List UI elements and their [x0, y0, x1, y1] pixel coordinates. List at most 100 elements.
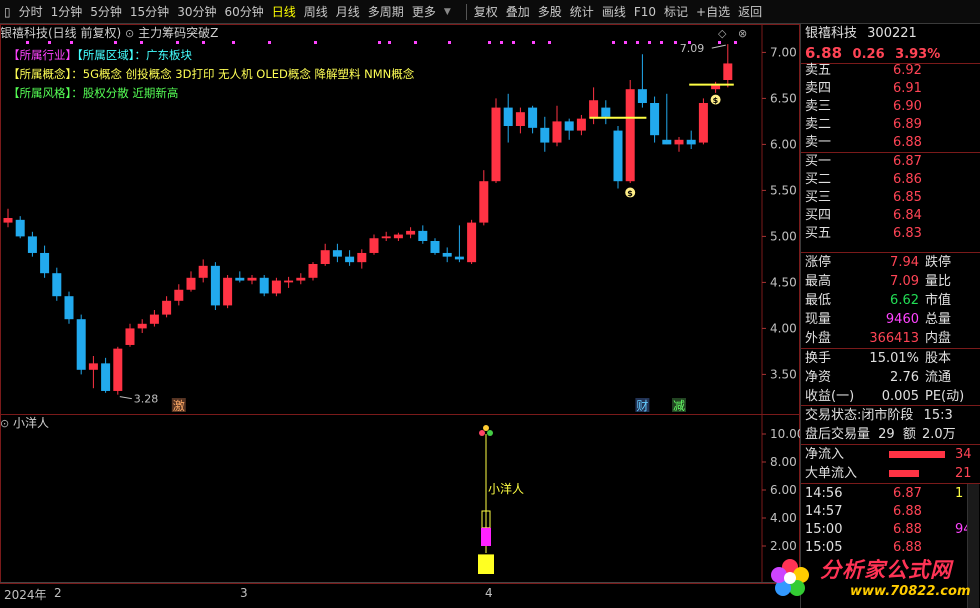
price-change-pct: 3.93%	[895, 47, 941, 62]
candle	[406, 227, 416, 239]
tab-period-multi[interactable]: 多周期	[364, 0, 408, 24]
y-tick-label: 7.00	[770, 45, 797, 59]
candle	[369, 234, 379, 255]
tab-period-daily[interactable]: 日线	[268, 0, 300, 24]
tab-period-fenshi[interactable]: 分时	[15, 0, 47, 24]
back-button[interactable]: 返回	[734, 0, 766, 24]
watermark-url: www.70822.com	[850, 584, 971, 599]
candle	[711, 81, 721, 93]
tab-period-weekly[interactable]: 周线	[300, 0, 332, 24]
candle	[149, 310, 159, 327]
candlestick-chart[interactable]: 7.09 3.28 $ $ 激 财 减 ◇ ⊗ 7.00 6.50 6.00 5.50 5.00 4.50…	[0, 24, 800, 416]
tick-row: 15:00 6.88 94	[805, 520, 980, 539]
candle-body	[162, 300, 172, 315]
mark-button[interactable]: 标记	[660, 0, 692, 24]
ask-row: 卖二 6.89	[805, 115, 980, 134]
price-change: 0.26	[852, 47, 885, 62]
signal-dot	[176, 41, 179, 44]
money-bag-icon[interactable]: $	[709, 93, 722, 106]
candle	[320, 243, 330, 266]
signal-dot	[612, 41, 615, 44]
stat-value: 9460	[885, 312, 919, 327]
menu-icon[interactable]: ▯	[0, 0, 15, 24]
net-inflow-label: 净流入	[805, 447, 845, 462]
tab-period-15min[interactable]: 15分钟	[126, 0, 173, 24]
candle	[625, 80, 635, 184]
candle-body	[15, 219, 25, 237]
date-axis: 2024年 2 3 4	[0, 582, 800, 608]
tab-period-1min[interactable]: 1分钟	[47, 0, 87, 24]
candle-body	[381, 236, 391, 239]
multi-stock-button[interactable]: 多股	[534, 0, 566, 24]
candle-body	[369, 238, 379, 253]
overlay-button[interactable]: 叠加	[502, 0, 534, 24]
trade-status-label: 交易状态:	[805, 408, 862, 423]
candle	[381, 231, 391, 241]
fuquan-button[interactable]: 复权	[470, 0, 502, 24]
candle	[662, 93, 672, 145]
signal-dot	[448, 41, 451, 44]
f10-button[interactable]: F10	[630, 0, 660, 24]
sub-indicator-chart[interactable]: 小洋人 10.008.006.004.002.00	[0, 414, 800, 584]
tab-period-5min[interactable]: 5分钟	[86, 0, 126, 24]
trade-status-value: 闭市阶段	[861, 408, 914, 423]
tab-period-60min[interactable]: 60分钟	[220, 0, 267, 24]
tick-volume: 1	[955, 486, 964, 501]
candle	[564, 118, 574, 140]
signal-dot	[674, 41, 677, 44]
candle	[613, 126, 623, 189]
bid-price: 6.87	[893, 154, 922, 169]
candle	[723, 44, 733, 88]
money-bag-icon[interactable]: $	[624, 186, 637, 199]
signal-dot	[734, 41, 737, 44]
ask-price: 6.91	[893, 81, 922, 96]
stat-label: 收益(一)	[805, 389, 855, 404]
candle-body	[64, 296, 74, 320]
low-arrow	[119, 396, 132, 400]
quote-title: 银禧科技 300221	[805, 24, 917, 43]
candle	[454, 225, 464, 263]
bid-label: 买二	[805, 172, 832, 187]
event-mark[interactable]: 减	[672, 398, 686, 413]
candle	[308, 262, 318, 281]
candle-body	[613, 130, 623, 182]
signal-dot	[488, 41, 491, 44]
bid-label: 买一	[805, 154, 832, 169]
diamond-icon[interactable]: ◇	[718, 27, 727, 40]
big-inflow-bar	[889, 470, 919, 477]
statistics-button[interactable]: 统计	[566, 0, 598, 24]
stat-row: 收益(一) 0.005 PE(动)	[805, 387, 980, 406]
event-mark[interactable]: 激	[171, 398, 186, 413]
after-hours-value: 29	[878, 427, 895, 442]
tab-period-monthly[interactable]: 月线	[332, 0, 364, 24]
more-dropdown-icon[interactable]: ▼	[440, 0, 463, 24]
net-inflow-row: 净流入 34	[805, 445, 980, 464]
svg-text:$: $	[627, 189, 633, 198]
candle	[186, 271, 196, 292]
event-mark[interactable]: 财	[635, 398, 650, 413]
candle	[650, 96, 660, 143]
stat-row: 现量 9460 总量	[805, 310, 980, 329]
candle-body	[125, 328, 135, 345]
tab-period-more[interactable]: 更多	[408, 0, 440, 24]
add-watchlist-button[interactable]: +自选	[692, 0, 734, 24]
candle-body	[198, 265, 208, 278]
stat-label: 最高	[805, 274, 832, 289]
draw-line-button[interactable]: 画线	[598, 0, 630, 24]
y-tick-label: 5.50	[770, 183, 797, 197]
candle-body	[88, 363, 98, 370]
bid-row: 买三 6.85	[805, 188, 980, 207]
close-icon[interactable]: ⊗	[738, 27, 747, 40]
tick-time: 14:57	[805, 504, 843, 519]
quote-panel: 银禧科技 300221 6.88 0.26 3.93% 卖五 6.92 卖四 6.91…	[800, 24, 980, 608]
svg-text:减: 减	[673, 399, 685, 413]
candle-body	[113, 348, 123, 391]
tab-period-30min[interactable]: 30分钟	[173, 0, 220, 24]
stat-value: 7.09	[890, 274, 919, 289]
watermark-logo: 分析家公式网 www.70822.com	[768, 548, 980, 608]
candle-body	[320, 250, 330, 264]
candle	[674, 137, 684, 152]
sub-y-tick-label: 4.00	[770, 511, 797, 525]
candle	[430, 238, 440, 255]
price-axis: 7.00 6.50 6.00 5.50 5.00 4.50 4.00 3.50	[762, 45, 797, 381]
